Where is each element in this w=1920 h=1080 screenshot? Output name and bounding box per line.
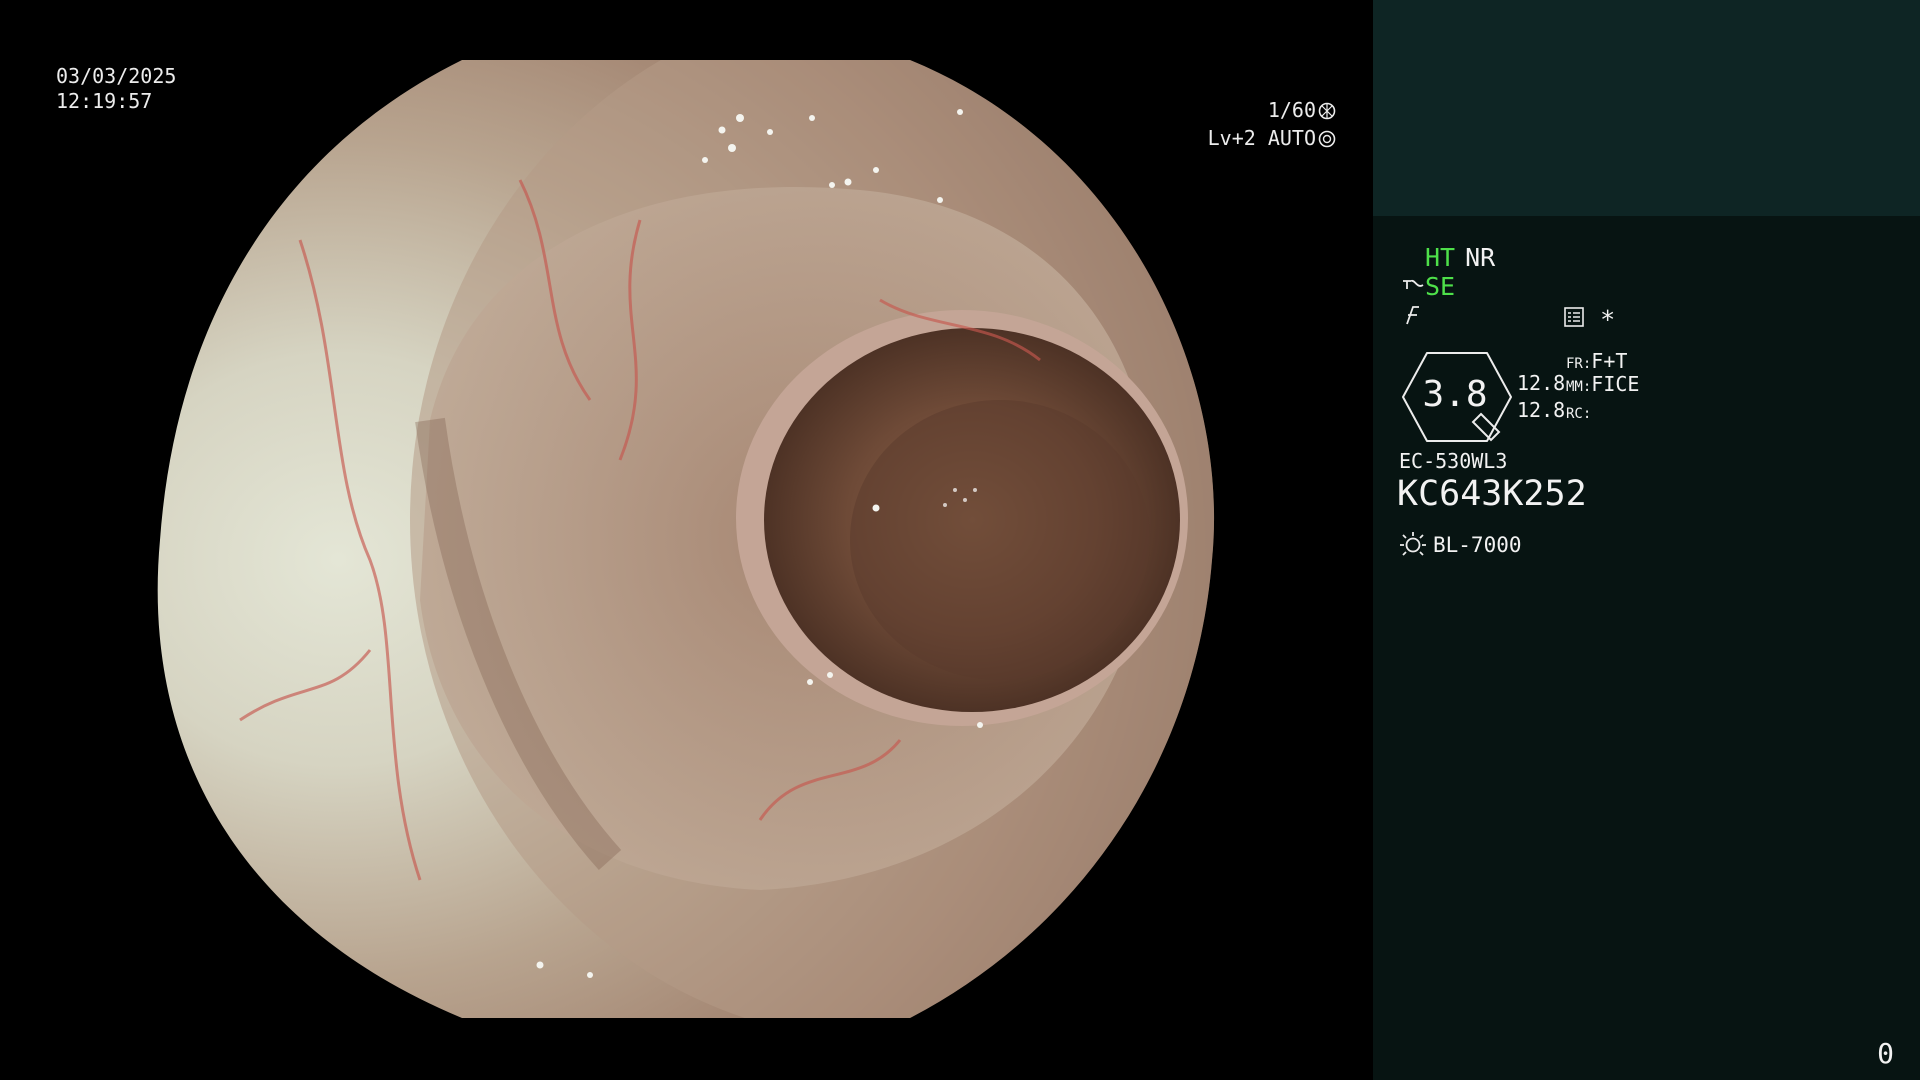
rc-label: RC: <box>1566 406 1592 422</box>
date-text: 03/03/2025 <box>56 64 177 88</box>
mode-indicators-row: HT NR <box>1425 243 1495 272</box>
gain-value-b: 12.8 <box>1517 398 1566 422</box>
fr-label: FR: <box>1566 356 1592 372</box>
menu-row: * <box>1563 305 1615 334</box>
mm-setting: MM:FICE <box>1566 372 1639 396</box>
color-tone-row <box>1401 303 1423 332</box>
endoscope-image-area: 03/03/2025 12:19:57 1/60 Lv+2 AUTO <box>0 0 1372 1080</box>
time-text: 12:19:57 <box>56 89 153 113</box>
auto-exposure-icon <box>1318 129 1336 154</box>
mm-label: MM: <box>1566 379 1592 395</box>
aperture-icon <box>1318 101 1336 126</box>
se-indicator: SE <box>1425 272 1456 301</box>
fr-value: F+T <box>1591 349 1628 373</box>
shutter-speed-text: 1/60 <box>1267 98 1316 122</box>
level-text: Lv+2 AUTO <box>1207 126 1316 150</box>
date-time-readout: 03/03/2025 12:19:57 <box>56 64 176 114</box>
iris-value: 3.8 <box>1422 374 1488 415</box>
nr-indicator: NR <box>1465 243 1496 272</box>
menu-list-icon <box>1563 305 1585 334</box>
scope-model: EC-530WL3 <box>1399 449 1508 473</box>
rc-setting: RC: <box>1566 399 1591 423</box>
light-source-icon <box>1399 532 1433 557</box>
light-source-name: BL-7000 <box>1433 533 1522 557</box>
light-source-row: BL-7000 <box>1399 530 1522 558</box>
mm-value: FICE <box>1591 372 1640 396</box>
star-indicator: * <box>1600 305 1616 334</box>
color-tone-icon <box>1401 303 1423 332</box>
info-side-panel: HT NR SE * 3.8 12.8 12.8 FR:F+T MM:FICE R… <box>1373 0 1920 1080</box>
endoscopic-view <box>157 60 1215 1018</box>
fr-setting: FR:F+T <box>1566 349 1627 373</box>
structure-enhance-row: SE <box>1401 272 1455 301</box>
side-panel-header-block <box>1373 0 1920 216</box>
scope-serial: KC643K252 <box>1397 474 1587 514</box>
gain-value-a: 12.8 <box>1517 371 1566 395</box>
ht-indicator: HT <box>1425 243 1456 272</box>
structure-enhance-icon <box>1401 272 1425 301</box>
exposure-readout: 1/60 Lv+2 AUTO <box>1208 98 1336 154</box>
corner-counter: 0 <box>1877 1037 1894 1070</box>
